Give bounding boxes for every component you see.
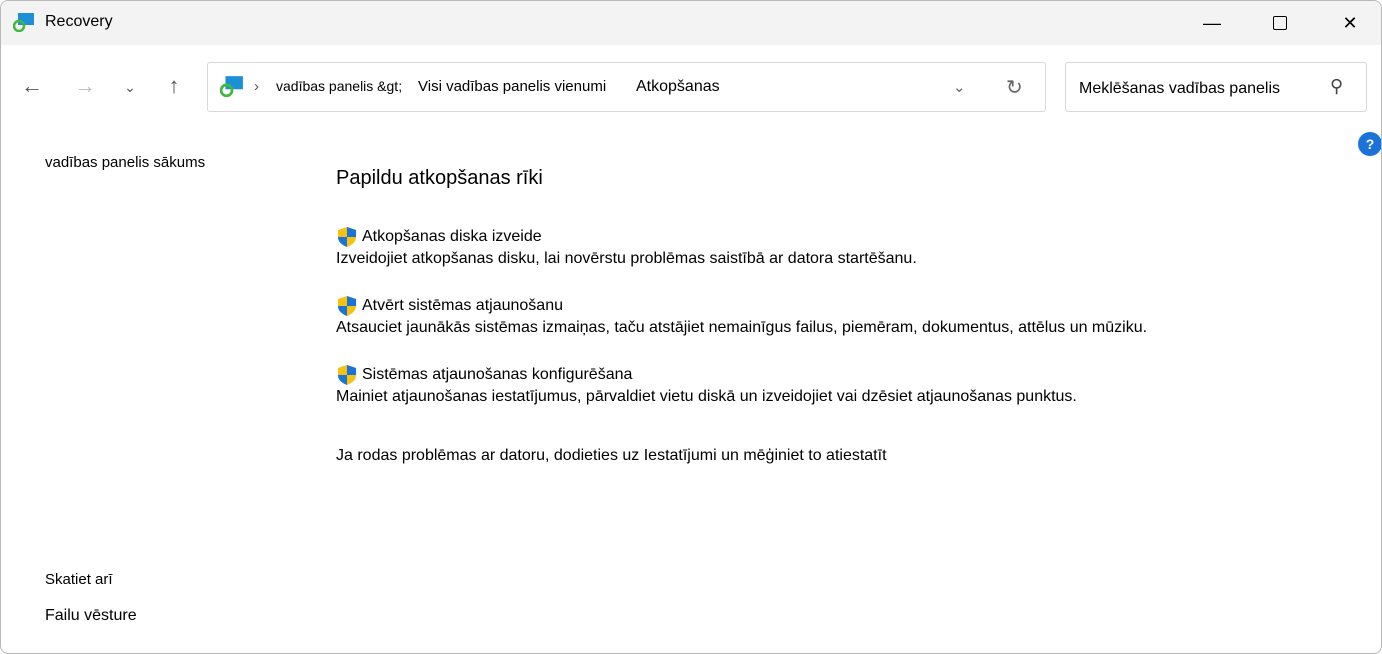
uac-shield-icon (338, 296, 356, 316)
back-arrow-icon[interactable]: ← (17, 73, 47, 99)
page-title: Papildu atkopšanas rīki (336, 167, 543, 189)
recovery-app-icon (13, 13, 34, 32)
window-title: Recovery (45, 13, 113, 30)
up-arrow-icon[interactable]: ↑ (159, 73, 189, 99)
search-input[interactable]: Meklēšanas vadības panelis (1079, 80, 1280, 98)
control-panel-icon (220, 76, 243, 97)
title-bar: Recovery — ✕ (1, 1, 1381, 45)
breadcrumb-recovery[interactable]: Atkopšanas (636, 78, 720, 96)
help-icon[interactable]: ? (1358, 132, 1381, 156)
forward-arrow-icon[interactable]: → (70, 73, 100, 99)
create-recovery-drive-link[interactable]: Atkopšanas diska izveide (362, 228, 542, 246)
maximize-button[interactable] (1257, 1, 1303, 45)
see-also-label: Skatiet arī (45, 571, 113, 588)
address-dropdown-chevron-icon[interactable]: ⌄ (953, 78, 966, 96)
minimize-button[interactable]: — (1189, 1, 1235, 45)
close-button[interactable]: ✕ (1327, 1, 1373, 45)
recent-locations-chevron-icon[interactable]: ⌄ (115, 79, 145, 96)
address-bar[interactable]: › vadības panelis &gt; Visi vadības pane… (207, 62, 1046, 112)
sidebar-file-history[interactable]: Failu vēsture (45, 607, 137, 625)
uac-shield-icon (338, 227, 356, 247)
configure-system-restore-link[interactable]: Sistēmas atjaunošanas konfigurēšana (362, 366, 632, 384)
item-description: Mainiet atjaunošanas iestatījumus, pārva… (336, 388, 1077, 405)
breadcrumb-control-panel[interactable]: vadības panelis &gt; (276, 78, 402, 94)
refresh-icon[interactable]: ↻ (1006, 75, 1023, 100)
recovery-tool-item: Sistēmas atjaunošanas konfigurēšana Main… (336, 364, 1077, 406)
sidebar-control-panel-home[interactable]: vadības panelis sākums (45, 154, 205, 171)
open-system-restore-link[interactable]: Atvērt sistēmas atjaunošanu (362, 297, 563, 315)
search-icon[interactable]: ⚲ (1330, 76, 1343, 97)
window: Recovery — ✕ ← → ⌄ ↑ › vadības panelis &… (0, 0, 1382, 654)
recovery-tool-item: Atvērt sistēmas atjaunošanu Atsauciet ja… (336, 295, 1147, 337)
recovery-tool-item: Atkopšanas diska izveide Izveidojiet atk… (336, 226, 917, 268)
search-box[interactable]: Meklēšanas vadības panelis ⚲ (1065, 62, 1367, 112)
item-description: Atsauciet jaunākās sistēmas izmaiņas, ta… (336, 319, 1148, 336)
item-description: Izveidojiet atkopšanas disku, lai novērs… (336, 250, 917, 267)
reset-pc-note: Ja rodas problēmas ar datoru, dodieties … (336, 447, 887, 464)
uac-shield-icon (338, 365, 356, 385)
breadcrumb-all-items[interactable]: Visi vadības panelis vienumi (418, 78, 606, 95)
breadcrumb-separator-icon: › (254, 78, 259, 95)
